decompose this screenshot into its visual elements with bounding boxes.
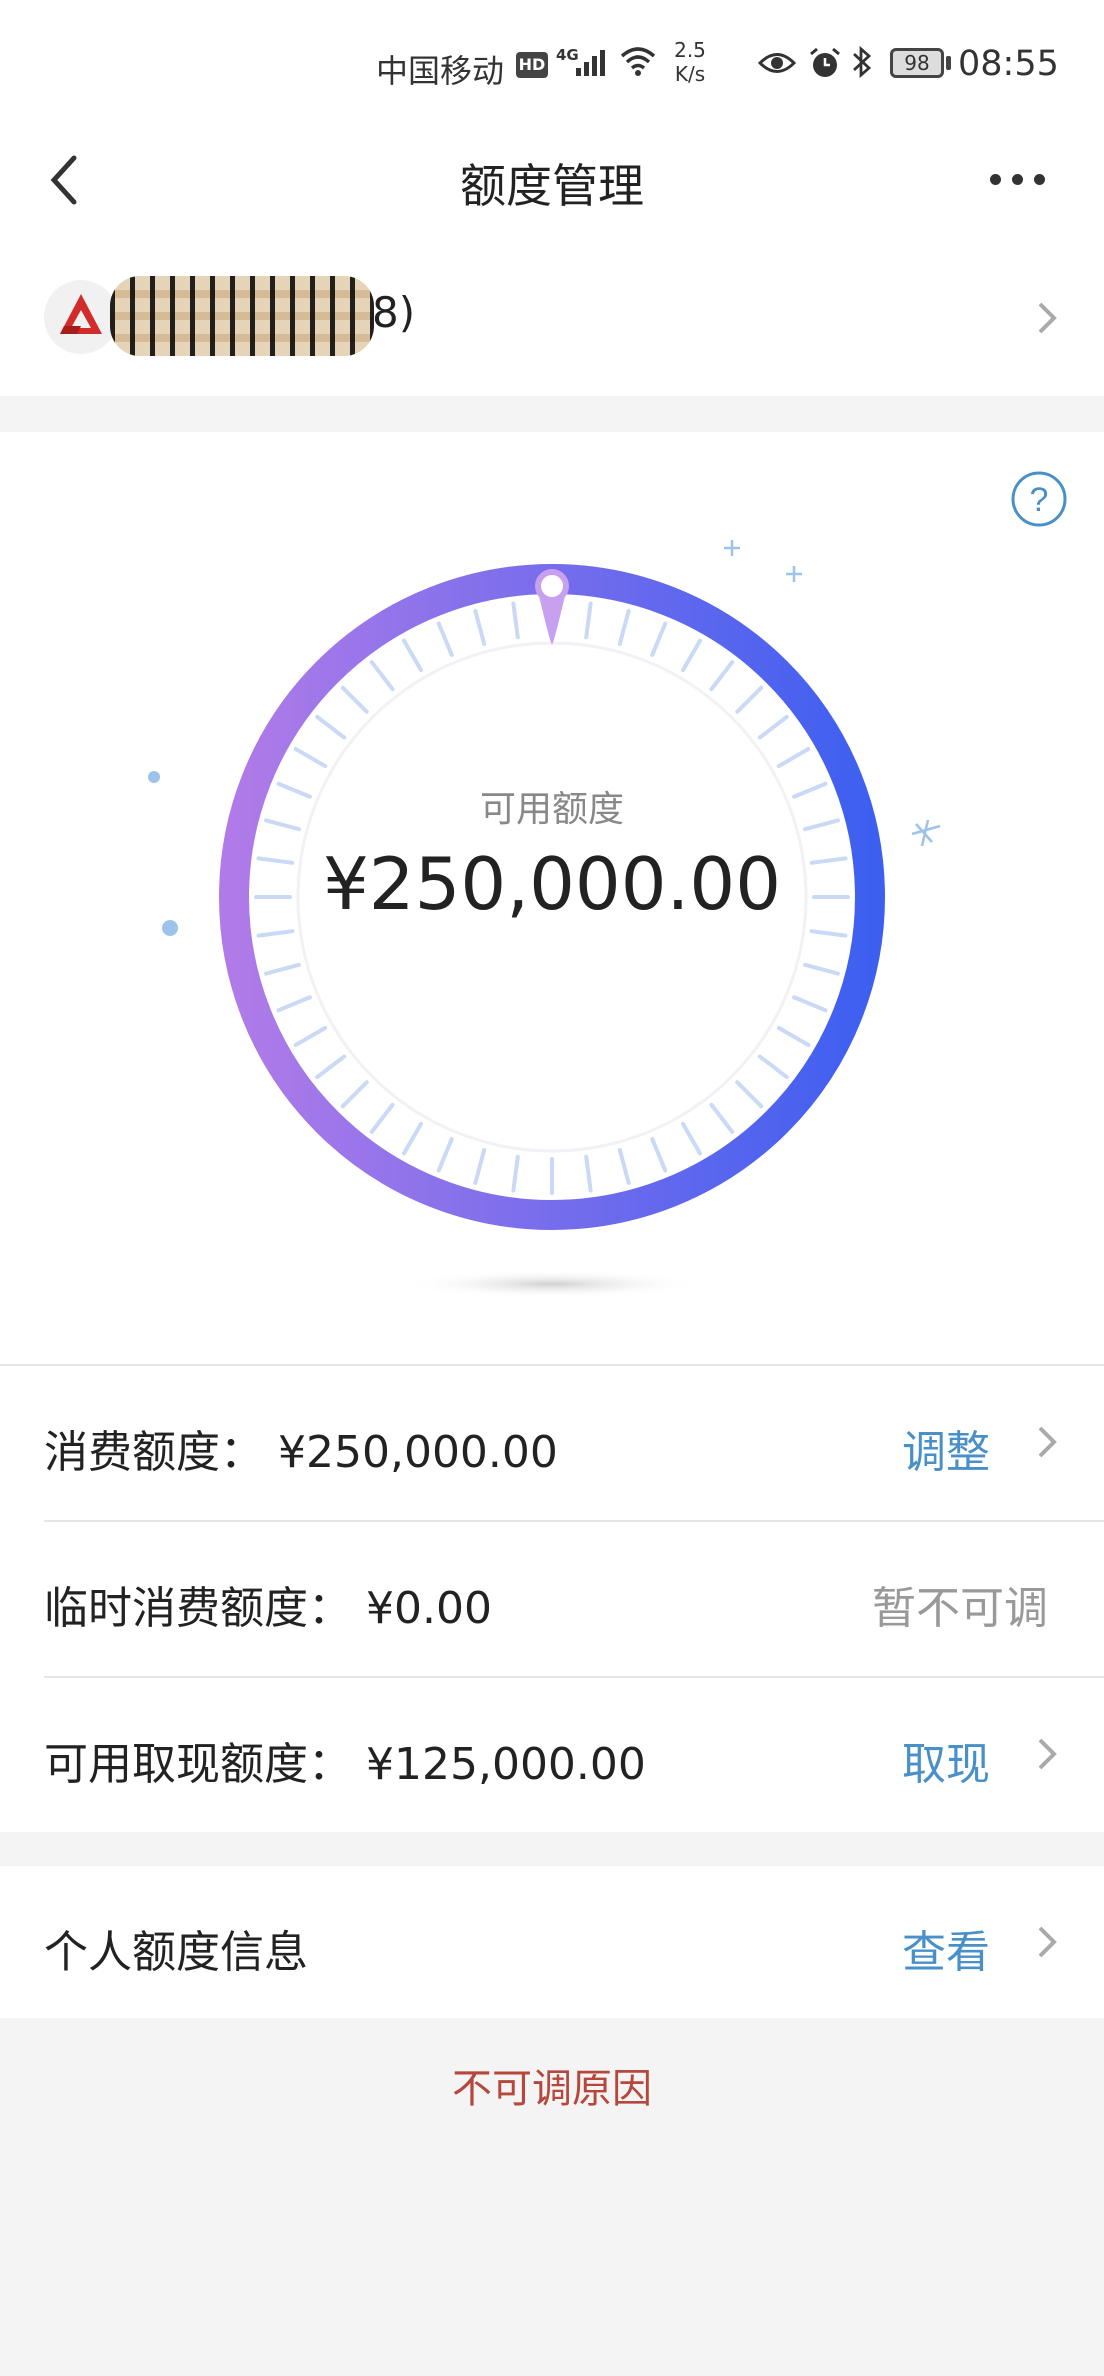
dial-tick <box>776 1026 811 1047</box>
dial-tick <box>792 995 828 1013</box>
dial-tick <box>315 1054 347 1080</box>
battery-icon: 98 <box>890 48 944 78</box>
card-number-suffix: 8) <box>372 288 416 337</box>
dial-tick <box>757 714 789 740</box>
speed-value: 2.5 <box>674 38 706 62</box>
network-speed: 2.5 K/s <box>670 38 710 86</box>
speed-unit: K/s <box>674 62 706 86</box>
dial-pointer-head <box>535 569 569 603</box>
dial-tick <box>681 1121 702 1156</box>
chevron-right-icon <box>1038 1926 1057 1958</box>
chevron-right-icon <box>1038 1426 1057 1458</box>
dial-tick <box>584 1154 593 1193</box>
page-title: 额度管理 <box>460 159 644 213</box>
dial-tick <box>757 1054 789 1080</box>
dial-tick <box>369 1102 395 1134</box>
battery-tip <box>946 56 951 70</box>
dial-tick <box>776 747 811 768</box>
bank-logo <box>44 280 118 354</box>
dial-tick <box>402 1121 423 1156</box>
chevron-right-icon <box>1038 1738 1057 1770</box>
dial-tick <box>256 929 295 938</box>
limit-row-consumption[interactable]: 消费额度： ¥250,000.00 调整 <box>0 1366 1104 1522</box>
dial-tick <box>369 660 395 692</box>
alarm-icon <box>810 47 840 77</box>
chevron-right-icon <box>1038 302 1057 334</box>
not-adjustable-text: 暂不可调 <box>872 1583 1048 1634</box>
available-amount: ¥250,000.00 <box>322 842 782 926</box>
dial-tick <box>809 929 848 938</box>
limit-row-cash[interactable]: 可用取现额度： ¥125,000.00 取现 <box>0 1678 1104 1834</box>
dial-tick <box>735 685 764 714</box>
dial-tick <box>709 1102 735 1134</box>
dial-tick <box>436 1137 454 1173</box>
hd-badge: HD <box>516 52 548 78</box>
bank-logo-icon <box>60 294 102 334</box>
sparkle-plus <box>724 540 740 556</box>
view-button[interactable]: 查看 <box>902 1916 990 1980</box>
consumption-limit-label: 消费额度： ¥250,000.00 <box>44 1427 558 1478</box>
carrier-name: 中国移动 <box>376 52 505 90</box>
bluetooth-icon <box>853 45 872 79</box>
dial-tick <box>584 601 593 640</box>
limit-row-temporary: 临时消费额度： ¥0.00 暂不可调 <box>0 1522 1104 1678</box>
dial-tick <box>402 638 423 673</box>
card-selector[interactable]: 8) <box>0 230 1104 396</box>
dial-tick <box>473 609 487 646</box>
not-adjustable-reason-link[interactable]: 不可调原因 <box>0 2056 1104 2114</box>
dial-tick <box>617 1148 631 1185</box>
available-limit-dial: ? 可用额度 ¥250,000.00 <box>0 432 1104 1364</box>
dial-tick <box>436 621 454 657</box>
wifi-icon <box>620 47 656 76</box>
adjust-button[interactable]: 调整 <box>902 1416 990 1480</box>
limit-list: 消费额度： ¥250,000.00 调整 临时消费额度： ¥0.00 暂不可调 … <box>0 1364 1104 1832</box>
cash-limit-label: 可用取现额度： ¥125,000.00 <box>44 1739 646 1790</box>
withdraw-cash-button[interactable]: 取现 <box>902 1728 990 1792</box>
dial-tick <box>650 1137 668 1173</box>
status-bar: 中国移动 HD 4G 2.5 K/s 98 08:55 <box>0 0 1104 130</box>
dial-tick <box>264 962 301 976</box>
dial-shadow <box>402 1270 702 1298</box>
eye-comfort-icon <box>758 53 796 73</box>
dial-tick <box>617 609 631 646</box>
dial-tick <box>293 1026 328 1047</box>
dial-tick <box>293 747 328 768</box>
sparkle-plus <box>786 566 802 582</box>
personal-limit-info-row[interactable]: 个人额度信息 查看 <box>0 1866 1104 2018</box>
dial-tick <box>473 1148 487 1185</box>
dial-tick <box>511 1154 520 1193</box>
dial-tick <box>709 660 735 692</box>
nav-bar: 额度管理 <box>0 130 1104 230</box>
signal-icon <box>576 50 605 76</box>
temporary-limit-label: 临时消费额度： ¥0.00 <box>44 1583 492 1634</box>
dial-tick <box>340 685 369 714</box>
dial-tick <box>803 962 840 976</box>
dial-label: 可用额度 <box>479 789 624 830</box>
dial-tick <box>681 638 702 673</box>
dial-tick <box>735 1080 764 1109</box>
dial-tick <box>276 995 312 1013</box>
personal-limit-info-label: 个人额度信息 <box>44 1927 308 1978</box>
dial-tick <box>650 621 668 657</box>
dial-tick <box>511 601 520 640</box>
more-icon[interactable] <box>984 164 1054 194</box>
dial-tick <box>315 714 347 740</box>
masked-card-name <box>110 276 374 356</box>
dial-tick <box>340 1080 369 1109</box>
status-time: 08:55 <box>958 44 1059 84</box>
